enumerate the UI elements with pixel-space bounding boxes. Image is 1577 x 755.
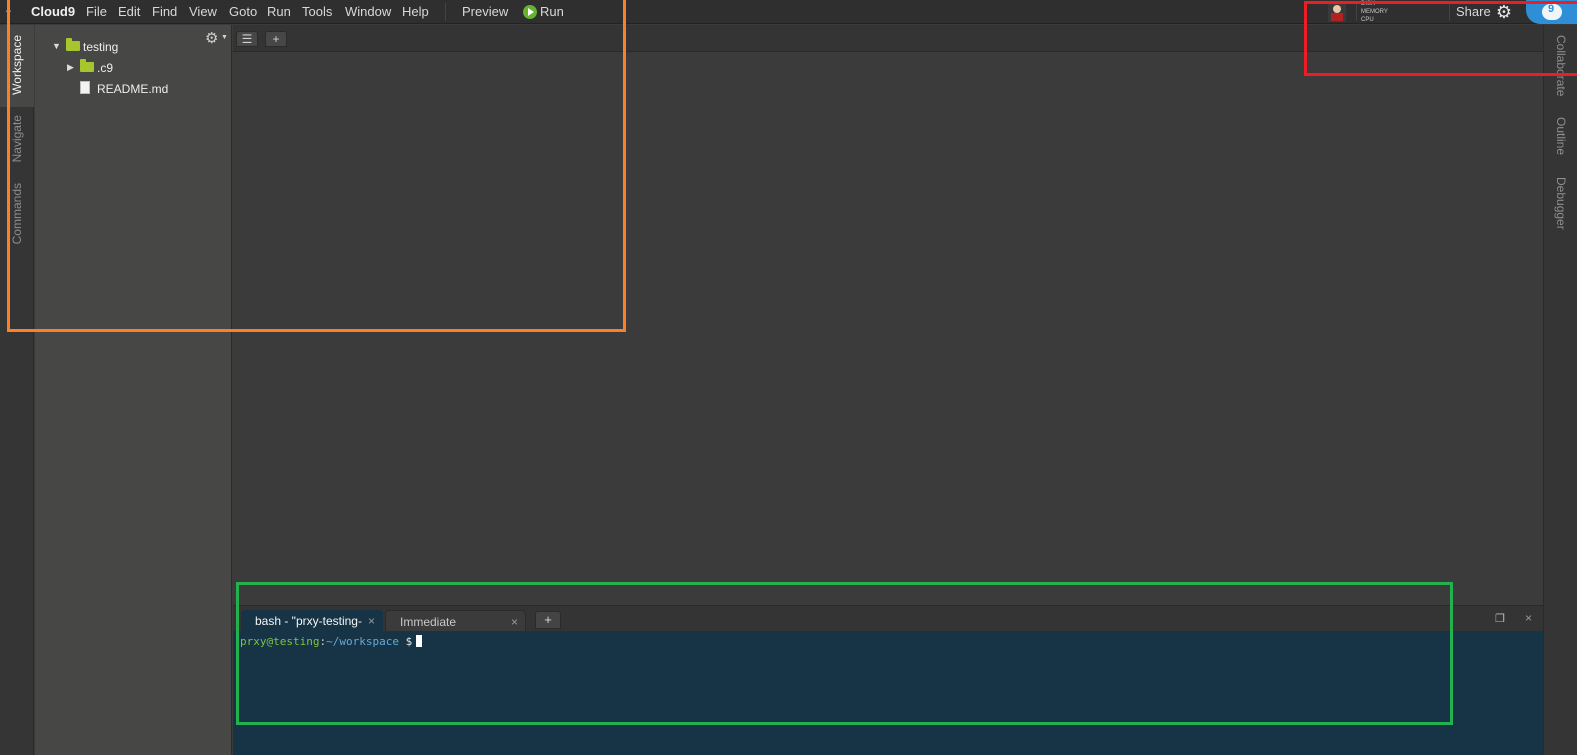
- tab-debugger-label: Debugger: [1554, 177, 1568, 230]
- annotation-box-orange: [7, 0, 626, 332]
- cloud9-ide-window: ▲ Cloud9 File Edit Find View Goto Run To…: [0, 0, 1577, 755]
- right-panel-tabs: Collaborate Outline Debugger: [1543, 25, 1577, 755]
- tab-outline-label: Outline: [1554, 117, 1568, 156]
- annotation-box-red: [1304, 1, 1577, 76]
- close-panel-icon[interactable]: ×: [1525, 611, 1532, 625]
- restore-panel-icon[interactable]: ❐: [1495, 612, 1505, 625]
- annotation-box-green: [236, 582, 1453, 725]
